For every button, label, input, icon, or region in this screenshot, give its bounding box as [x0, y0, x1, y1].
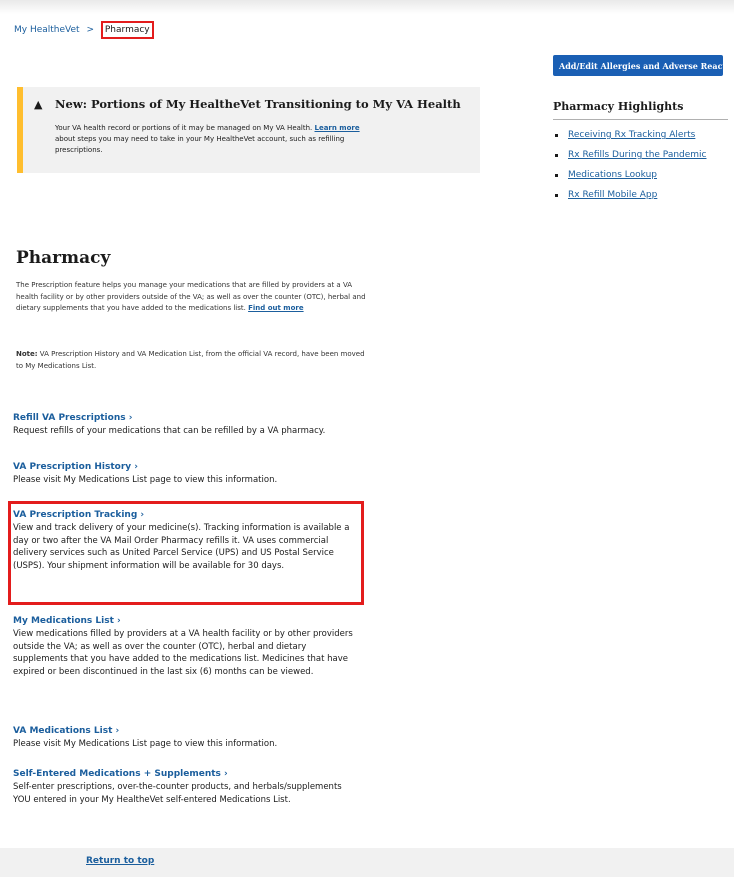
section-refill-prescriptions: Refill VA Prescriptions › Request refill…: [13, 412, 358, 438]
warning-icon: ▲: [34, 98, 43, 111]
section-description: Please visit My Medications List page to…: [13, 475, 278, 485]
add-edit-allergies-button[interactable]: Add/Edit Allergies and Adverse Reactions: [553, 55, 723, 76]
highlights-list: Receiving Rx Tracking Alerts Rx Refills …: [553, 130, 728, 210]
section-my-medications-list: My Medications List › View medications f…: [13, 615, 358, 678]
breadcrumb-current: Pharmacy: [100, 21, 154, 39]
section-description: View medications filled by providers at …: [13, 629, 353, 677]
alert-title: New: Portions of My HealtheVet Transitio…: [55, 97, 461, 111]
highlight-link-rx-refill-app[interactable]: Rx Refill Mobile App: [568, 190, 657, 200]
top-bar: [0, 0, 734, 14]
breadcrumb-home-link[interactable]: My HealtheVet: [14, 25, 80, 35]
highlight-link-rx-refills-pandemic[interactable]: Rx Refills During the Pandemic: [568, 150, 707, 160]
alert-body: Your VA health record or portions of it …: [55, 123, 380, 156]
va-prescription-history-link[interactable]: VA Prescription History ›: [13, 461, 358, 474]
breadcrumb-separator: >: [86, 25, 94, 35]
alert-learn-more-link[interactable]: Learn more: [315, 124, 360, 132]
return-to-top-link[interactable]: Return to top: [86, 856, 154, 866]
va-medications-list-link[interactable]: VA Medications List ›: [13, 725, 358, 738]
highlights-item: Rx Refill Mobile App: [553, 190, 728, 210]
highlights-item: Medications Lookup: [553, 170, 728, 190]
find-out-more-link[interactable]: Find out more: [248, 304, 304, 312]
section-va-medications-list: VA Medications List › Please visit My Me…: [13, 725, 358, 751]
alert-body-after: about steps you may need to take in your…: [55, 135, 345, 154]
self-entered-medications-link[interactable]: Self-Entered Medications + Supplements ›: [13, 768, 358, 781]
highlight-link-rx-tracking-alerts[interactable]: Receiving Rx Tracking Alerts: [568, 130, 695, 140]
section-self-entered-medications: Self-Entered Medications + Supplements ›…: [13, 768, 358, 806]
intro-body: The Prescription feature helps you manag…: [16, 281, 366, 312]
highlight-link-medications-lookup[interactable]: Medications Lookup: [568, 170, 657, 180]
intro-text: The Prescription feature helps you manag…: [16, 280, 371, 315]
transition-alert: ▲ New: Portions of My HealtheVet Transit…: [17, 87, 480, 173]
highlights-item: Rx Refills During the Pandemic: [553, 150, 728, 170]
va-prescription-tracking-link[interactable]: VA Prescription Tracking ›: [13, 509, 358, 522]
highlights-item: Receiving Rx Tracking Alerts: [553, 130, 728, 150]
note-body: VA Prescription History and VA Medicatio…: [16, 350, 365, 370]
section-description: Self-enter prescriptions, over-the-count…: [13, 782, 342, 805]
breadcrumb: My HealtheVet > Pharmacy: [14, 21, 154, 39]
note-text: Note: VA Prescription History and VA Med…: [16, 349, 371, 372]
highlights-title: Pharmacy Highlights: [553, 100, 728, 120]
refill-va-prescriptions-link[interactable]: Refill VA Prescriptions ›: [13, 412, 358, 425]
note-label: Note:: [16, 350, 38, 358]
section-description: Please visit My Medications List page to…: [13, 739, 278, 749]
section-description: View and track delivery of your medicine…: [13, 523, 350, 571]
section-prescription-tracking: VA Prescription Tracking › View and trac…: [13, 509, 358, 572]
page-title: Pharmacy: [16, 248, 111, 268]
footer-bar: Return to top: [0, 848, 734, 877]
section-prescription-history: VA Prescription History › Please visit M…: [13, 461, 358, 487]
my-medications-list-link[interactable]: My Medications List ›: [13, 615, 358, 628]
alert-body-before: Your VA health record or portions of it …: [55, 124, 315, 132]
section-description: Request refills of your medications that…: [13, 426, 326, 436]
pharmacy-highlights: Pharmacy Highlights Receiving Rx Trackin…: [553, 100, 728, 210]
